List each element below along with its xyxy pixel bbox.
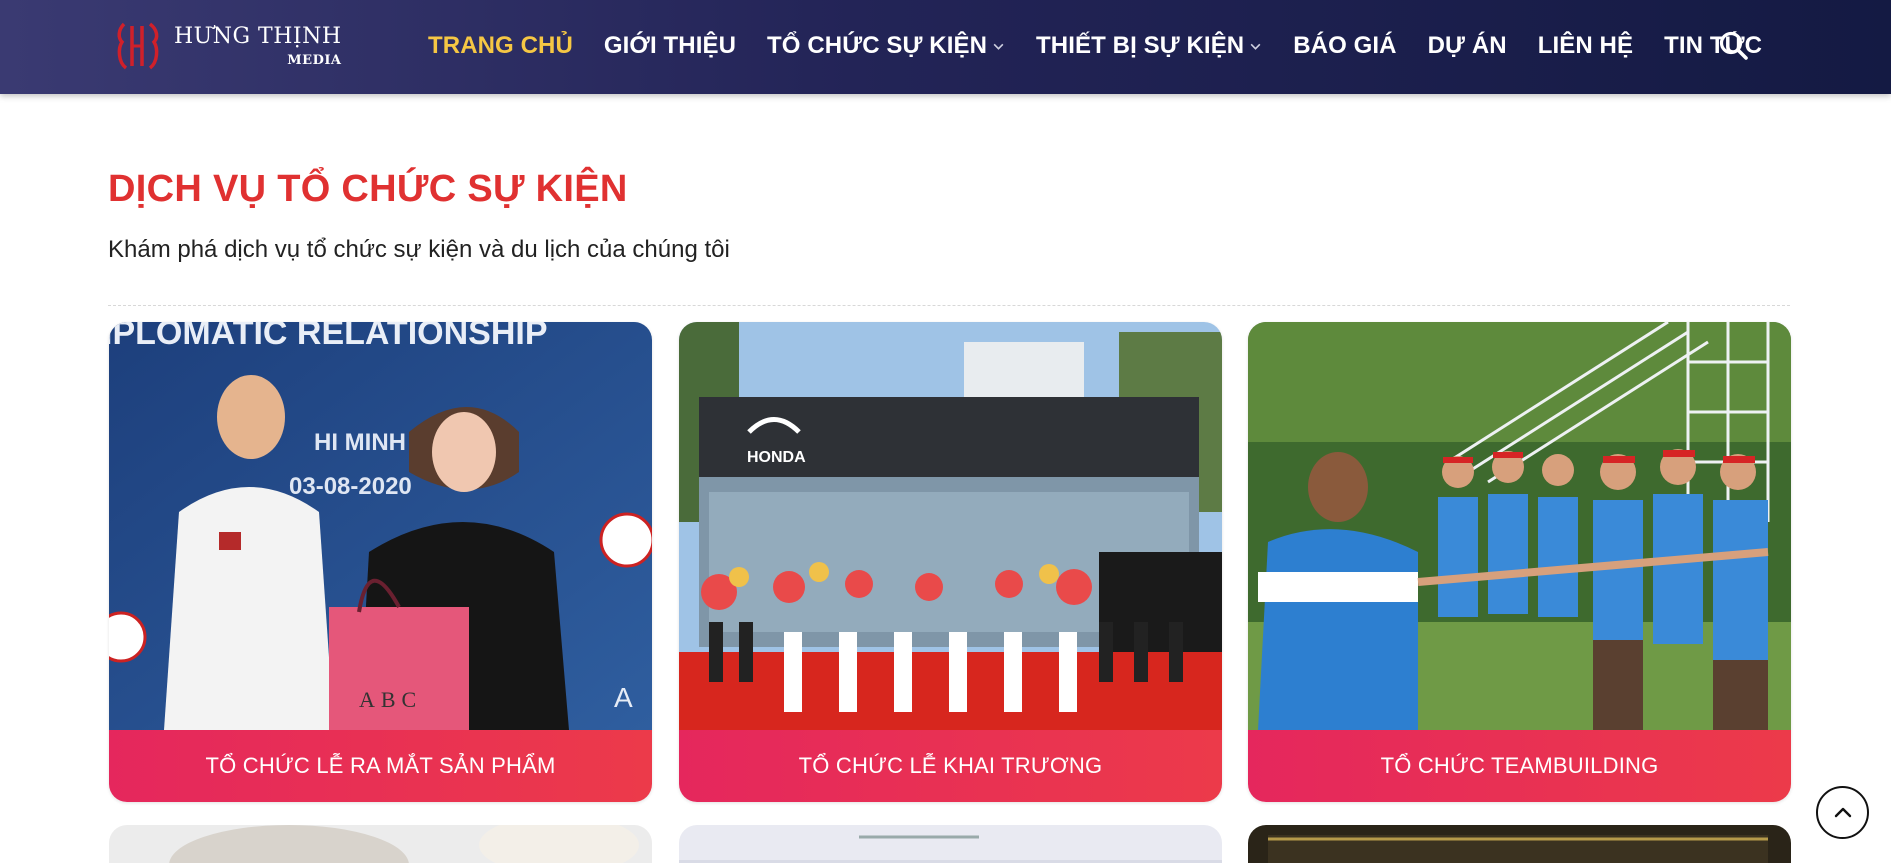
- service-card-teambuilding[interactable]: TỔ CHỨC TEAMBUILDING: [1248, 322, 1791, 802]
- logo[interactable]: HƯNG THỊNH MEDIA: [110, 18, 342, 74]
- chevron-up-icon: [1834, 807, 1851, 817]
- service-card-row2-3[interactable]: [1248, 825, 1791, 863]
- nav-item-home[interactable]: TRANG CHỦ: [428, 32, 573, 60]
- logo-mark-icon: [117, 22, 159, 70]
- logo-subtitle: MEDIA: [287, 52, 342, 68]
- nav-item-event-equipment[interactable]: THIẾT BỊ SỰ KIỆN: [1036, 32, 1262, 60]
- nav-item-pricing[interactable]: BÁO GIÁ: [1293, 32, 1396, 60]
- section-title: DỊCH VỤ TỔ CHỨC SỰ KIỆN: [108, 168, 628, 210]
- teambuilding-photo: [1248, 322, 1791, 730]
- card-photo-cropped: [679, 825, 1222, 863]
- svg-text:A B: A B: [614, 682, 652, 713]
- grand-opening-photo: HONDA: [679, 322, 1222, 730]
- card-photo-cropped: [109, 825, 652, 863]
- card-label: TỔ CHỨC LỄ RA MẮT SẢN PHẨM: [109, 730, 652, 802]
- nav-item-event-organizing[interactable]: TỔ CHỨC SỰ KIỆN: [767, 32, 1005, 60]
- divider: [108, 305, 1790, 306]
- nav-label: LIÊN HỆ: [1537, 32, 1634, 59]
- chevron-down-icon: [993, 43, 1004, 50]
- search-icon[interactable]: [1718, 30, 1750, 62]
- nav-item-about[interactable]: GIỚI THIỆU: [604, 32, 736, 60]
- service-card-product-launch[interactable]: IPLOMATIC RELATIONSHIP HI MINH CIT 03-08…: [109, 322, 652, 802]
- service-card-row2-2[interactable]: [679, 825, 1222, 863]
- scroll-to-top-button[interactable]: [1816, 786, 1869, 839]
- nav-item-contact[interactable]: LIÊN HỆ: [1538, 32, 1633, 60]
- logo-name: HƯNG THỊNH: [174, 23, 342, 49]
- banner-date: 03-08-2020: [289, 473, 412, 500]
- section-subtitle: Khám phá dịch vụ tổ chức sự kiện và du l…: [108, 236, 730, 263]
- product-launch-photo: IPLOMATIC RELATIONSHIP HI MINH CIT 03-08…: [109, 322, 652, 730]
- card-label: TỔ CHỨC LỄ KHAI TRƯƠNG: [679, 730, 1222, 802]
- store-brand: HONDA: [747, 449, 806, 466]
- banner-text: IPLOMATIC RELATIONSHIP: [109, 322, 548, 352]
- chevron-down-icon: [1250, 43, 1261, 50]
- nav-label: BÁO GIÁ: [1293, 32, 1397, 59]
- card-photo-cropped: [1248, 825, 1791, 863]
- service-card-row2-1[interactable]: [109, 825, 652, 863]
- nav-label: TỔ CHỨC SỰ KIỆN: [767, 32, 988, 59]
- main-nav: TRANG CHỦ GIỚI THIỆU TỔ CHỨC SỰ KIỆN THI…: [428, 30, 1793, 62]
- nav-label: TRANG CHỦ: [428, 32, 573, 59]
- bag-logo: ABC: [359, 687, 422, 712]
- card-label: TỔ CHỨC TEAMBUILDING: [1248, 730, 1791, 802]
- nav-item-projects[interactable]: DỰ ÁN: [1428, 32, 1507, 60]
- service-card-grand-opening[interactable]: HONDA TỔ CHỨC LỄ KHAI TRƯƠNG: [679, 322, 1222, 802]
- nav-label: GIỚI THIỆU: [603, 32, 737, 59]
- nav-label: THIẾT BỊ SỰ KIỆN: [1036, 32, 1245, 59]
- nav-label: DỰ ÁN: [1427, 32, 1507, 59]
- site-header: HƯNG THỊNH MEDIA TRANG CHỦ GIỚI THIỆU TỔ…: [0, 0, 1891, 94]
